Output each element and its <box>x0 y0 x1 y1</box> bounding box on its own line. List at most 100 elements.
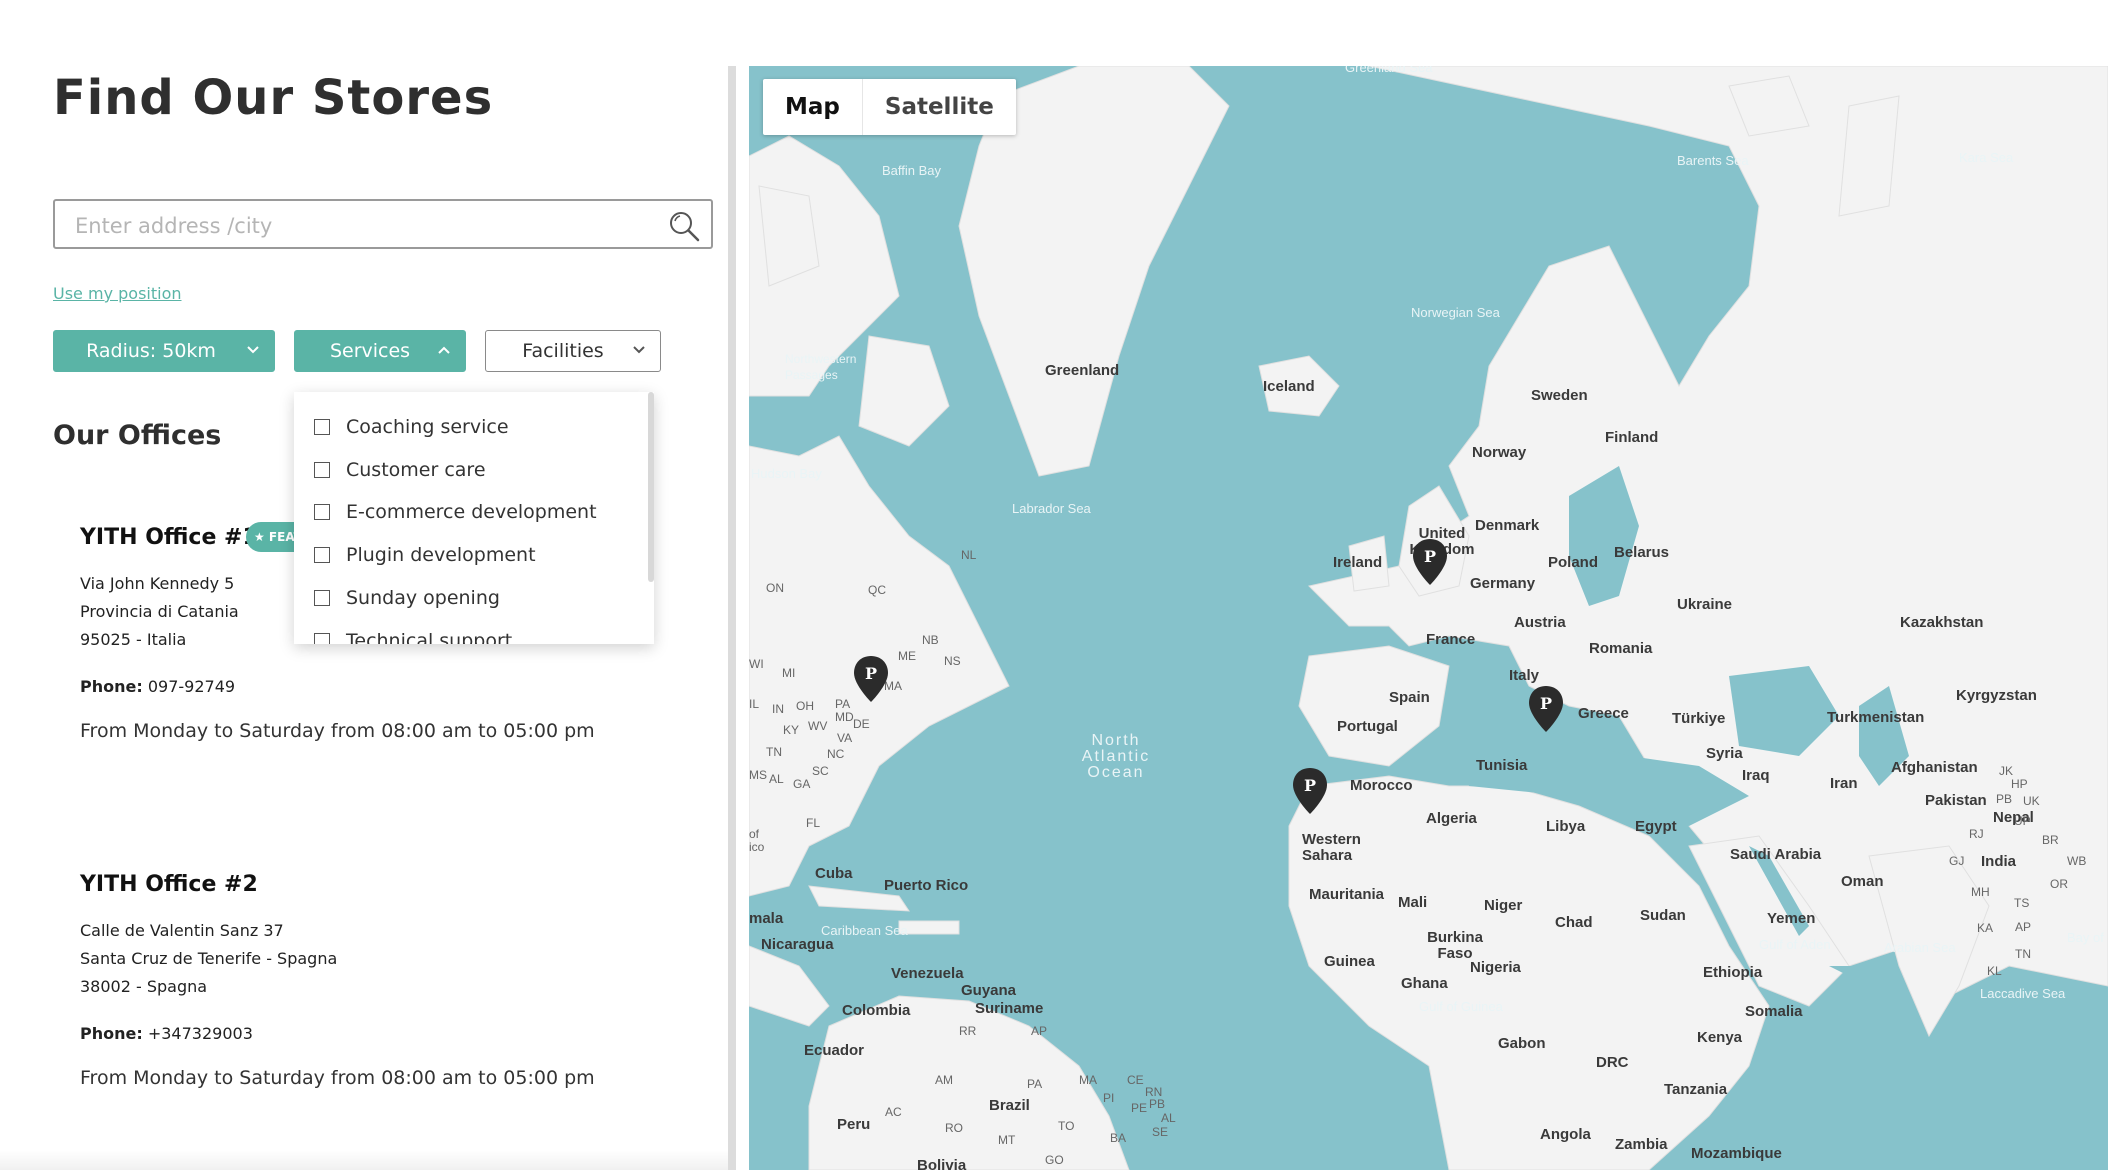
service-option-coaching[interactable]: Coaching service <box>314 412 509 442</box>
chevron-down-icon <box>633 346 645 354</box>
map-label: Mali <box>1398 894 1428 911</box>
map-label: WB <box>2067 854 2087 868</box>
map-label: RO <box>945 1121 963 1135</box>
map-label: Burkina Faso <box>1427 929 1483 962</box>
map-label: Labrador Sea <box>1012 501 1091 516</box>
map-label: Ukraine <box>1677 596 1733 613</box>
map-label: Ghana <box>1401 975 1448 992</box>
office-hours: From Monday to Saturday from 08:00 am to… <box>80 720 595 742</box>
address-search-input[interactable] <box>73 209 637 243</box>
map-label: Caribbean Sea <box>821 923 908 938</box>
services-dropdown[interactable]: Coaching service Customer care E-commerc… <box>294 392 654 644</box>
map-label: Ireland <box>1333 554 1383 571</box>
checkbox[interactable] <box>314 419 330 435</box>
office-address: Calle de Valentin Sanz 37 Santa Cruz de … <box>80 917 700 1001</box>
pin-letter: P <box>1424 547 1436 566</box>
map-label: Chad <box>1555 914 1593 931</box>
use-my-position-link[interactable]: Use my position <box>53 284 182 303</box>
map-label: Finland <box>1605 429 1659 446</box>
map-label: NS <box>944 654 961 668</box>
phone-label: Phone: <box>80 677 143 696</box>
address-line: Calle de Valentin Sanz 37 <box>80 921 284 940</box>
map-label: RJ <box>1969 827 1984 841</box>
map-label: Egypt <box>1635 818 1677 835</box>
satellite-view-button[interactable]: Satellite <box>861 79 1016 135</box>
address-search-box[interactable] <box>53 199 713 249</box>
map-label: Iraq <box>1742 767 1770 784</box>
map-label: DRC <box>1596 1054 1629 1071</box>
store-pin-marker[interactable]: P <box>1412 538 1448 586</box>
map-label: Turkmenistan <box>1827 709 1925 726</box>
store-pin-marker[interactable]: P <box>1528 685 1564 733</box>
services-filter-button[interactable]: Services <box>294 330 466 372</box>
dropdown-scrollbar[interactable] <box>648 392 654 582</box>
service-option-sunday[interactable]: Sunday opening <box>314 583 500 613</box>
map-label: Afghanistan <box>1891 759 1978 776</box>
map-label: KA <box>1977 921 1994 935</box>
map-label: GJ <box>1949 854 1965 868</box>
map-label: TO <box>1058 1119 1075 1133</box>
map-label: Northwestern Passages <box>785 352 857 382</box>
map-label: Libya <box>1546 818 1586 835</box>
chevron-down-icon <box>247 346 259 354</box>
phone-number[interactable]: 097-92749 <box>148 677 235 696</box>
store-pin-marker[interactable]: P <box>1292 767 1328 815</box>
map-label: NB <box>922 633 939 647</box>
service-option-label: E-commerce development <box>346 501 597 523</box>
map-label: UP <box>2014 814 2031 828</box>
service-option-customer-care[interactable]: Customer care <box>314 455 486 485</box>
service-option-ecommerce[interactable]: E-commerce development <box>314 497 597 527</box>
map-label: Mozambique <box>1691 1145 1782 1162</box>
map-view-button[interactable]: Map <box>763 79 862 135</box>
map-label: PE <box>1131 1101 1148 1115</box>
panel-scrollbar[interactable] <box>728 66 736 1170</box>
map-label: Arabian Sea <box>1884 940 1956 955</box>
map-label: Bolivia <box>917 1157 967 1170</box>
map-label: Portugal <box>1337 718 1398 735</box>
map-label: GO <box>1045 1153 1064 1167</box>
map-label: Austria <box>1514 614 1566 631</box>
checkbox[interactable] <box>314 462 330 478</box>
service-option-technical[interactable]: Technical support <box>314 626 512 644</box>
map-label: ME <box>898 649 916 663</box>
map-label: PA <box>1027 1077 1043 1091</box>
map-type-toggle[interactable]: Map Satellite <box>763 79 1016 135</box>
map-label: MH <box>1971 885 1990 899</box>
map-label: India <box>1981 853 2017 870</box>
map-label: TN <box>2015 947 2031 961</box>
map-label: VA <box>837 731 853 745</box>
map-label: Ecuador <box>804 1042 865 1059</box>
map-label: ON <box>766 581 784 595</box>
map-label: MA <box>1079 1073 1097 1087</box>
map-label: RR <box>959 1024 977 1038</box>
map-label: SC <box>812 764 829 778</box>
map-label: MS <box>749 768 767 782</box>
map-label: Sweden <box>1531 387 1588 404</box>
service-option-label: Customer care <box>346 459 486 481</box>
panel-bottom-fade <box>0 1150 728 1170</box>
map-label: SE <box>1152 1125 1169 1139</box>
map-label: Oman <box>1841 873 1884 890</box>
map-label: Niger <box>1484 897 1523 914</box>
map-label: mala <box>749 910 784 927</box>
map-label: Nicaragua <box>761 936 834 953</box>
service-option-plugin[interactable]: Plugin development <box>314 540 536 570</box>
map-label: Kazakhstan <box>1900 614 1984 631</box>
search-icon[interactable] <box>667 209 701 243</box>
checkbox[interactable] <box>314 504 330 520</box>
radius-filter-button[interactable]: Radius: 50km <box>53 330 275 372</box>
map-label: of ico <box>749 827 765 854</box>
facilities-filter-button[interactable]: Facilities <box>485 330 661 372</box>
checkbox[interactable] <box>314 590 330 606</box>
checkbox[interactable] <box>314 633 330 644</box>
map-label: North Atlantic Ocean <box>1081 732 1151 781</box>
store-pin-marker[interactable]: P <box>853 655 889 703</box>
map-label: AC <box>885 1105 902 1119</box>
map-label: OH <box>796 699 814 713</box>
office-card[interactable]: YITH Office #2 Calle de Valentin Sanz 37… <box>80 872 700 1089</box>
phone-number[interactable]: +347329003 <box>148 1024 253 1043</box>
checkbox[interactable] <box>314 547 330 563</box>
store-map[interactable]: Map Satellite Greenland Sea Baffin Bay B… <box>749 66 2108 1170</box>
map-label: Tunisia <box>1476 757 1528 774</box>
office-name[interactable]: YITH Office #2 <box>80 872 700 897</box>
